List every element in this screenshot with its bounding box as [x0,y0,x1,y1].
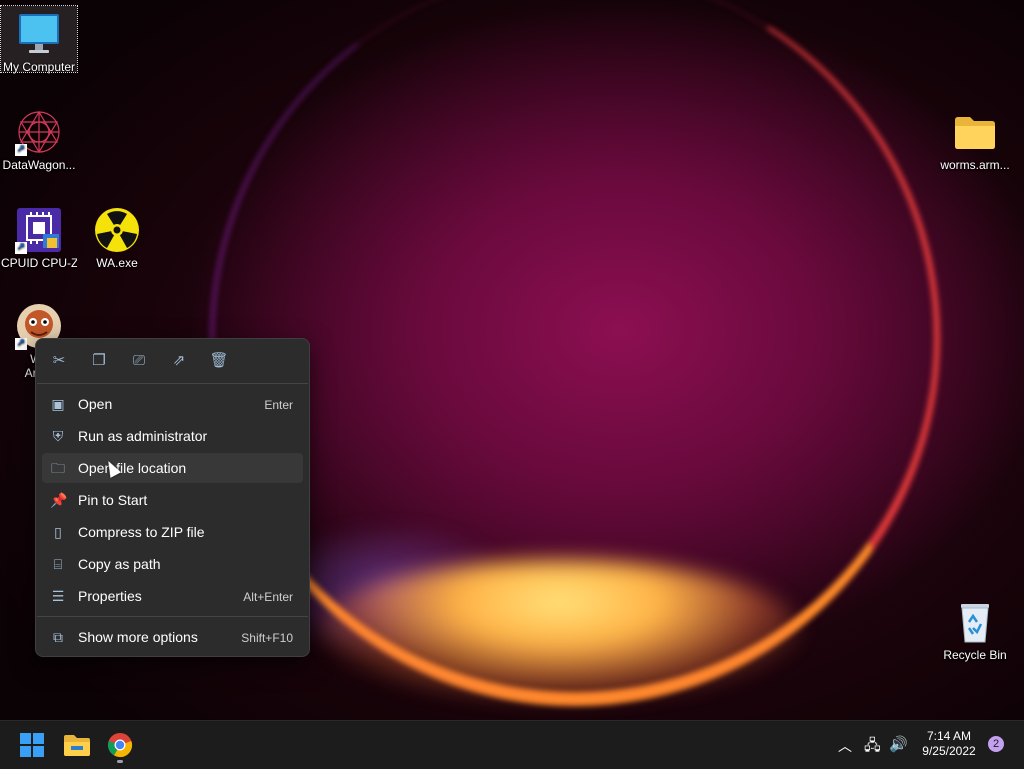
open-window-icon: ▣ [51,396,65,412]
delete-button[interactable]: 🗑 [206,349,232,373]
speaker-icon: 🔊 [889,736,908,753]
rename-button[interactable]: ⎚ [126,349,152,373]
desktop-icon-datawagon[interactable]: ↗ DataWagon... [1,104,77,172]
context-menu: ✂ ❐ ⎚ ⇗ 🗑 ▣ Open Enter ⛨ Run as administ… [35,338,310,657]
windows-logo-icon [20,733,44,757]
menu-item-shortcut: Enter [264,398,293,412]
notification-count: 2 [992,738,1000,750]
menu-item-open[interactable]: ▣ Open Enter [42,389,303,419]
context-menu-toolbar: ✂ ❐ ⎚ ⇗ 🗑 [36,339,309,383]
rename-icon: ⎚ [132,352,145,369]
copy-icon: ❐ [92,352,106,369]
cut-button[interactable]: ✂ [46,349,72,373]
trash-icon: 🗑 [209,352,229,369]
menu-item-show-more-options[interactable]: ⧉ Show more options Shift+F10 [42,622,303,652]
menu-item-label: Open file location [78,460,187,476]
menu-item-open-file-location[interactable]: 🗀 Open file location [42,453,303,483]
menu-item-label: Copy as path [78,556,161,572]
shortcut-arrow-icon: ↗ [15,338,27,350]
network-icon: 🖧 [864,737,881,754]
menu-item-pin-to-start[interactable]: 📌 Pin to Start [42,485,303,515]
menu-item-label: Open [78,396,113,412]
clock-time: 7:14 AM [926,729,972,743]
recycle-bin-icon [951,598,999,646]
share-button[interactable]: ⇗ [166,349,192,373]
monitor-icon [15,10,63,58]
desktop-icon-recycle-bin[interactable]: Recycle Bin [937,594,1013,662]
shortcut-arrow-icon: ↗ [15,242,27,254]
menu-item-compress-to-zip[interactable]: ▯ Compress to ZIP file [42,517,303,547]
shield-icon: ⛨ [52,428,64,444]
pin-icon: 📌 [50,492,68,508]
running-indicator [117,760,123,763]
desktop-icon-wa-exe[interactable]: WA.exe [79,202,155,270]
show-hidden-icons-button[interactable]: ︿ [838,736,852,756]
share-icon: ⇗ [172,352,186,369]
path-icon: ⌸ [53,556,63,572]
volume-button[interactable]: 🔊 [889,735,908,753]
menu-item-shortcut: Alt+Enter [243,590,293,604]
scissors-icon: ✂ [52,352,66,369]
menu-item-properties[interactable]: ☰ Properties Alt+Enter [42,581,303,611]
chrome-button[interactable] [104,729,136,763]
properties-icon: ☰ [51,588,65,604]
desktop-icon-label: WA.exe [96,256,138,270]
desktop-icon-worms-folder[interactable]: worms.arm... [937,104,1013,172]
menu-item-label: Run as administrator [78,428,208,444]
more-options-icon: ⧉ [53,629,63,645]
notification-badge[interactable]: 2 [988,736,1004,752]
taskbar: ︿ 🖧 🔊 7:14 AM 9/25/2022 2 [0,720,1024,769]
menu-item-label: Pin to Start [78,492,148,508]
start-button[interactable] [16,729,48,761]
desktop-icon-my-computer[interactable]: My Computer [0,5,78,74]
network-button[interactable]: 🖧 [864,735,881,760]
folder-outline-icon: 🗀 [51,460,65,476]
file-explorer-button[interactable] [61,729,93,761]
desktop-icon-cpuz[interactable]: ↗ CPUID CPU-Z [1,202,77,270]
desktop-icon-label: My Computer [2,60,76,74]
copy-button[interactable]: ❐ [86,349,112,373]
menu-item-run-as-administrator[interactable]: ⛨ Run as administrator [42,421,303,451]
chevron-up-icon: ︿ [838,738,852,754]
menu-item-copy-as-path[interactable]: ⌸ Copy as path [42,549,303,579]
desktop-icon-label: DataWagon... [2,158,76,172]
datawagon-icon: ↗ [15,108,63,156]
chrome-icon [107,733,133,758]
menu-item-label: Compress to ZIP file [78,524,205,540]
folder-icon [951,108,999,156]
menu-item-shortcut: Shift+F10 [241,631,293,645]
radiation-icon [93,206,141,254]
menu-item-label: Show more options [78,629,198,645]
desktop-icon-label: CPUID CPU-Z [1,256,77,270]
menu-divider [37,383,308,384]
file-explorer-icon [64,735,90,756]
zip-icon: ▯ [54,524,62,540]
desktop-icon-label: Recycle Bin [943,648,1007,662]
clock-date: 9/25/2022 [922,744,976,758]
shortcut-arrow-icon: ↗ [15,144,27,156]
desktop-icon-label: worms.arm... [940,158,1010,172]
cpuz-icon: ↗ [15,206,63,254]
menu-item-label: Properties [78,588,142,604]
clock[interactable]: 7:14 AM 9/25/2022 [916,729,982,759]
menu-divider [37,616,308,617]
